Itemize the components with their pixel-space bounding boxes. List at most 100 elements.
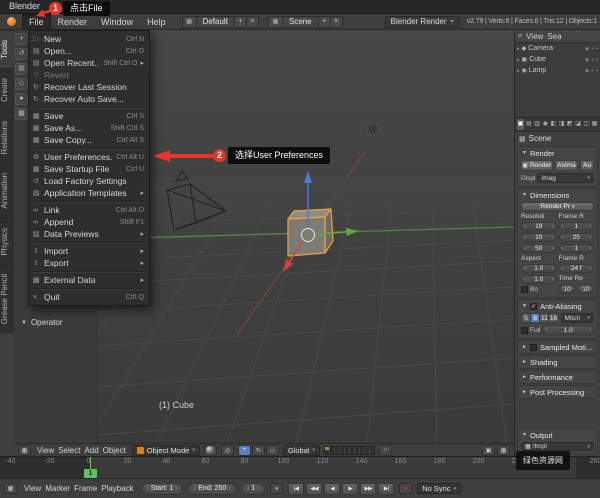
anti-aliasing-checkbox[interactable] [530, 303, 537, 310]
renderability-icon[interactable]: ▪ [596, 57, 598, 63]
viewport-menu-item[interactable]: Object [101, 446, 128, 455]
manipulator-translate-button[interactable]: + [238, 445, 251, 456]
texture-tab-icon[interactable]: ▦ [591, 119, 598, 130]
editor-type-icon[interactable]: ▦ [18, 445, 31, 456]
timeline-menu-item[interactable]: Marker [43, 484, 72, 493]
play-reverse-button[interactable]: ◀ [324, 483, 340, 495]
tool-shelf-tab[interactable]: Grease Pencil [0, 264, 14, 333]
file-menu-item[interactable]: ↺ Load Factory Settings [29, 175, 149, 187]
file-menu-item[interactable]: ⇧ Export [29, 257, 149, 269]
scene-browse-icon[interactable]: ▦ [268, 16, 283, 28]
render-audio-button[interactable]: Au [580, 160, 594, 171]
layers-widget[interactable] [324, 446, 375, 455]
tool-shelf-button[interactable]: ↺ [15, 48, 28, 60]
tool-shelf-button[interactable]: ● [15, 93, 28, 105]
collapsed-panel-header[interactable]: Shading [518, 356, 597, 368]
object-tab-icon[interactable]: ◧ [550, 119, 557, 130]
aa-samples-button[interactable]: 5 [522, 314, 531, 322]
frame-range-field[interactable]: 1 [559, 222, 595, 231]
file-menu-item[interactable]: ⇩ Import [29, 245, 149, 257]
selectability-icon[interactable]: + [591, 57, 594, 63]
time-remap-field[interactable]: 10 [577, 284, 594, 294]
render-panel-header[interactable]: Render [518, 147, 597, 159]
render-tab-icon[interactable]: ▣ [517, 119, 524, 130]
aa-samples-button[interactable]: 11 [540, 314, 549, 322]
render-presets-dropdown[interactable]: Render Pr [521, 202, 594, 211]
selectability-icon[interactable]: + [591, 46, 594, 52]
tool-shelf-button[interactable]: ◇ [15, 78, 28, 90]
tool-shelf-tab[interactable]: Animation [0, 163, 14, 218]
file-menu-item[interactable]: ▤ Open Recent... Shift Ctrl O [29, 57, 149, 69]
outliner-editor-icon[interactable]: ≡ [518, 33, 522, 40]
playhead-frame-label[interactable]: 1 [84, 469, 97, 478]
visibility-icon[interactable]: ◉ [585, 57, 589, 63]
file-menu-item[interactable]: ▦ Save Startup File Ctrl U [29, 163, 149, 175]
modifiers-tab-icon[interactable]: ◩ [566, 119, 573, 130]
aa-size-field[interactable]: 1.0 [542, 325, 594, 335]
expand-icon[interactable]: ▸ [517, 46, 520, 52]
manipulator-rotate-button[interactable]: ↻ [252, 445, 265, 456]
collapsed-panel-header[interactable]: Post Processing [518, 386, 597, 398]
screen-browse-icon[interactable]: ▦ [182, 16, 197, 28]
aa-samples-button[interactable]: 16 [549, 314, 557, 322]
expand-icon[interactable]: ▸ [517, 57, 520, 63]
data-tab-icon[interactable]: ◪ [574, 119, 581, 130]
aspect-field[interactable]: 1.0 [521, 264, 557, 273]
render-animation-button[interactable]: Anima [555, 160, 579, 171]
output-path-field[interactable]: ▦ /tmp\ [521, 442, 594, 451]
file-menu-item[interactable]: ↻ Recover Auto Save... [29, 93, 149, 105]
screen-layout-field[interactable]: Default [197, 16, 235, 28]
outliner-row-cube[interactable]: ▸ ▣ Cube ◉ + ▪ [515, 54, 600, 65]
scene-name-field[interactable]: Scene [283, 16, 319, 28]
timeline-editor-icon[interactable]: ▦ [4, 483, 17, 494]
auto-keyframe-button[interactable]: ● [270, 483, 283, 494]
sync-dropdown[interactable]: No Sync [417, 483, 461, 494]
lamp-object[interactable] [367, 123, 380, 136]
outliner-search-menu[interactable]: Sea [547, 32, 561, 41]
visibility-icon[interactable]: ◉ [585, 68, 589, 74]
render-border-icon[interactable]: ▣ [482, 445, 495, 456]
file-menu-item[interactable]: ∞ Link Ctrl Alt O [29, 204, 149, 216]
add-scene-button[interactable]: + [319, 16, 331, 28]
expand-icon[interactable]: ▸ [517, 68, 520, 74]
file-menu-item[interactable]: ∞ Append Shift F1 [29, 216, 149, 228]
resolution-field[interactable]: 50 [521, 244, 557, 253]
frame-range-field[interactable]: 1 [559, 244, 595, 253]
file-menu-item[interactable]: ▧ Application Templates [29, 187, 149, 199]
cube-object[interactable] [288, 209, 333, 256]
output-panel-header[interactable]: Output [518, 429, 597, 441]
blender-logo-icon[interactable] [0, 17, 22, 26]
file-menu-item[interactable]: □ New Ctrl N [29, 33, 149, 45]
time-remap-field[interactable]: 10 [559, 284, 576, 294]
file-menu-item[interactable]: ▩ External Data [29, 274, 149, 286]
dimensions-panel-header[interactable]: Dimensions [518, 189, 597, 201]
render-layers-tab-icon[interactable]: ▤ [525, 119, 532, 130]
resolution-field[interactable]: 19 [521, 222, 557, 231]
aspect-field[interactable]: 1.0 [521, 275, 557, 284]
timeline-menu-item[interactable]: View [22, 484, 43, 493]
jump-to-start-button[interactable]: |◀ [288, 483, 304, 495]
operator-panel-header[interactable]: Operator [21, 318, 63, 327]
render-button[interactable]: ▣ Render [521, 160, 553, 171]
viewport-menu-item[interactable]: View [35, 446, 56, 455]
render-preview-icon[interactable]: ▦ [497, 445, 510, 456]
add-screen-button[interactable]: + [235, 16, 247, 28]
delete-scene-button[interactable]: × [331, 16, 343, 28]
tool-shelf-tab[interactable]: Create [0, 68, 14, 111]
frame-range-field[interactable]: 25 [559, 233, 595, 242]
tool-shelf-button[interactable]: ▤ [15, 63, 28, 75]
tool-shelf-button[interactable]: ▦ [15, 108, 28, 120]
play-button[interactable]: ▶ [342, 483, 358, 495]
renderability-icon[interactable]: ▪ [596, 46, 598, 52]
file-menu-item[interactable]: ▦ Save As... Shift Ctrl S [29, 122, 149, 134]
record-button[interactable]: ● [399, 483, 412, 494]
file-menu-item[interactable]: ▦ Save Copy... Ctrl Alt S [29, 134, 149, 146]
panel-checkbox[interactable] [530, 344, 537, 351]
resolution-field[interactable]: 10 [521, 233, 557, 242]
anti-aliasing-panel-header[interactable]: Anti-Aliasing [518, 300, 597, 312]
tool-shelf-tab[interactable]: Physics [0, 218, 14, 265]
file-menu-item[interactable]: ⚙ User Preferences... Ctrl Alt U [29, 151, 149, 163]
end-frame-field[interactable]: End: 250 [188, 483, 236, 495]
tool-shelf-button[interactable]: + [15, 33, 28, 45]
prev-keyframe-button[interactable]: ◀◀ [306, 483, 322, 495]
